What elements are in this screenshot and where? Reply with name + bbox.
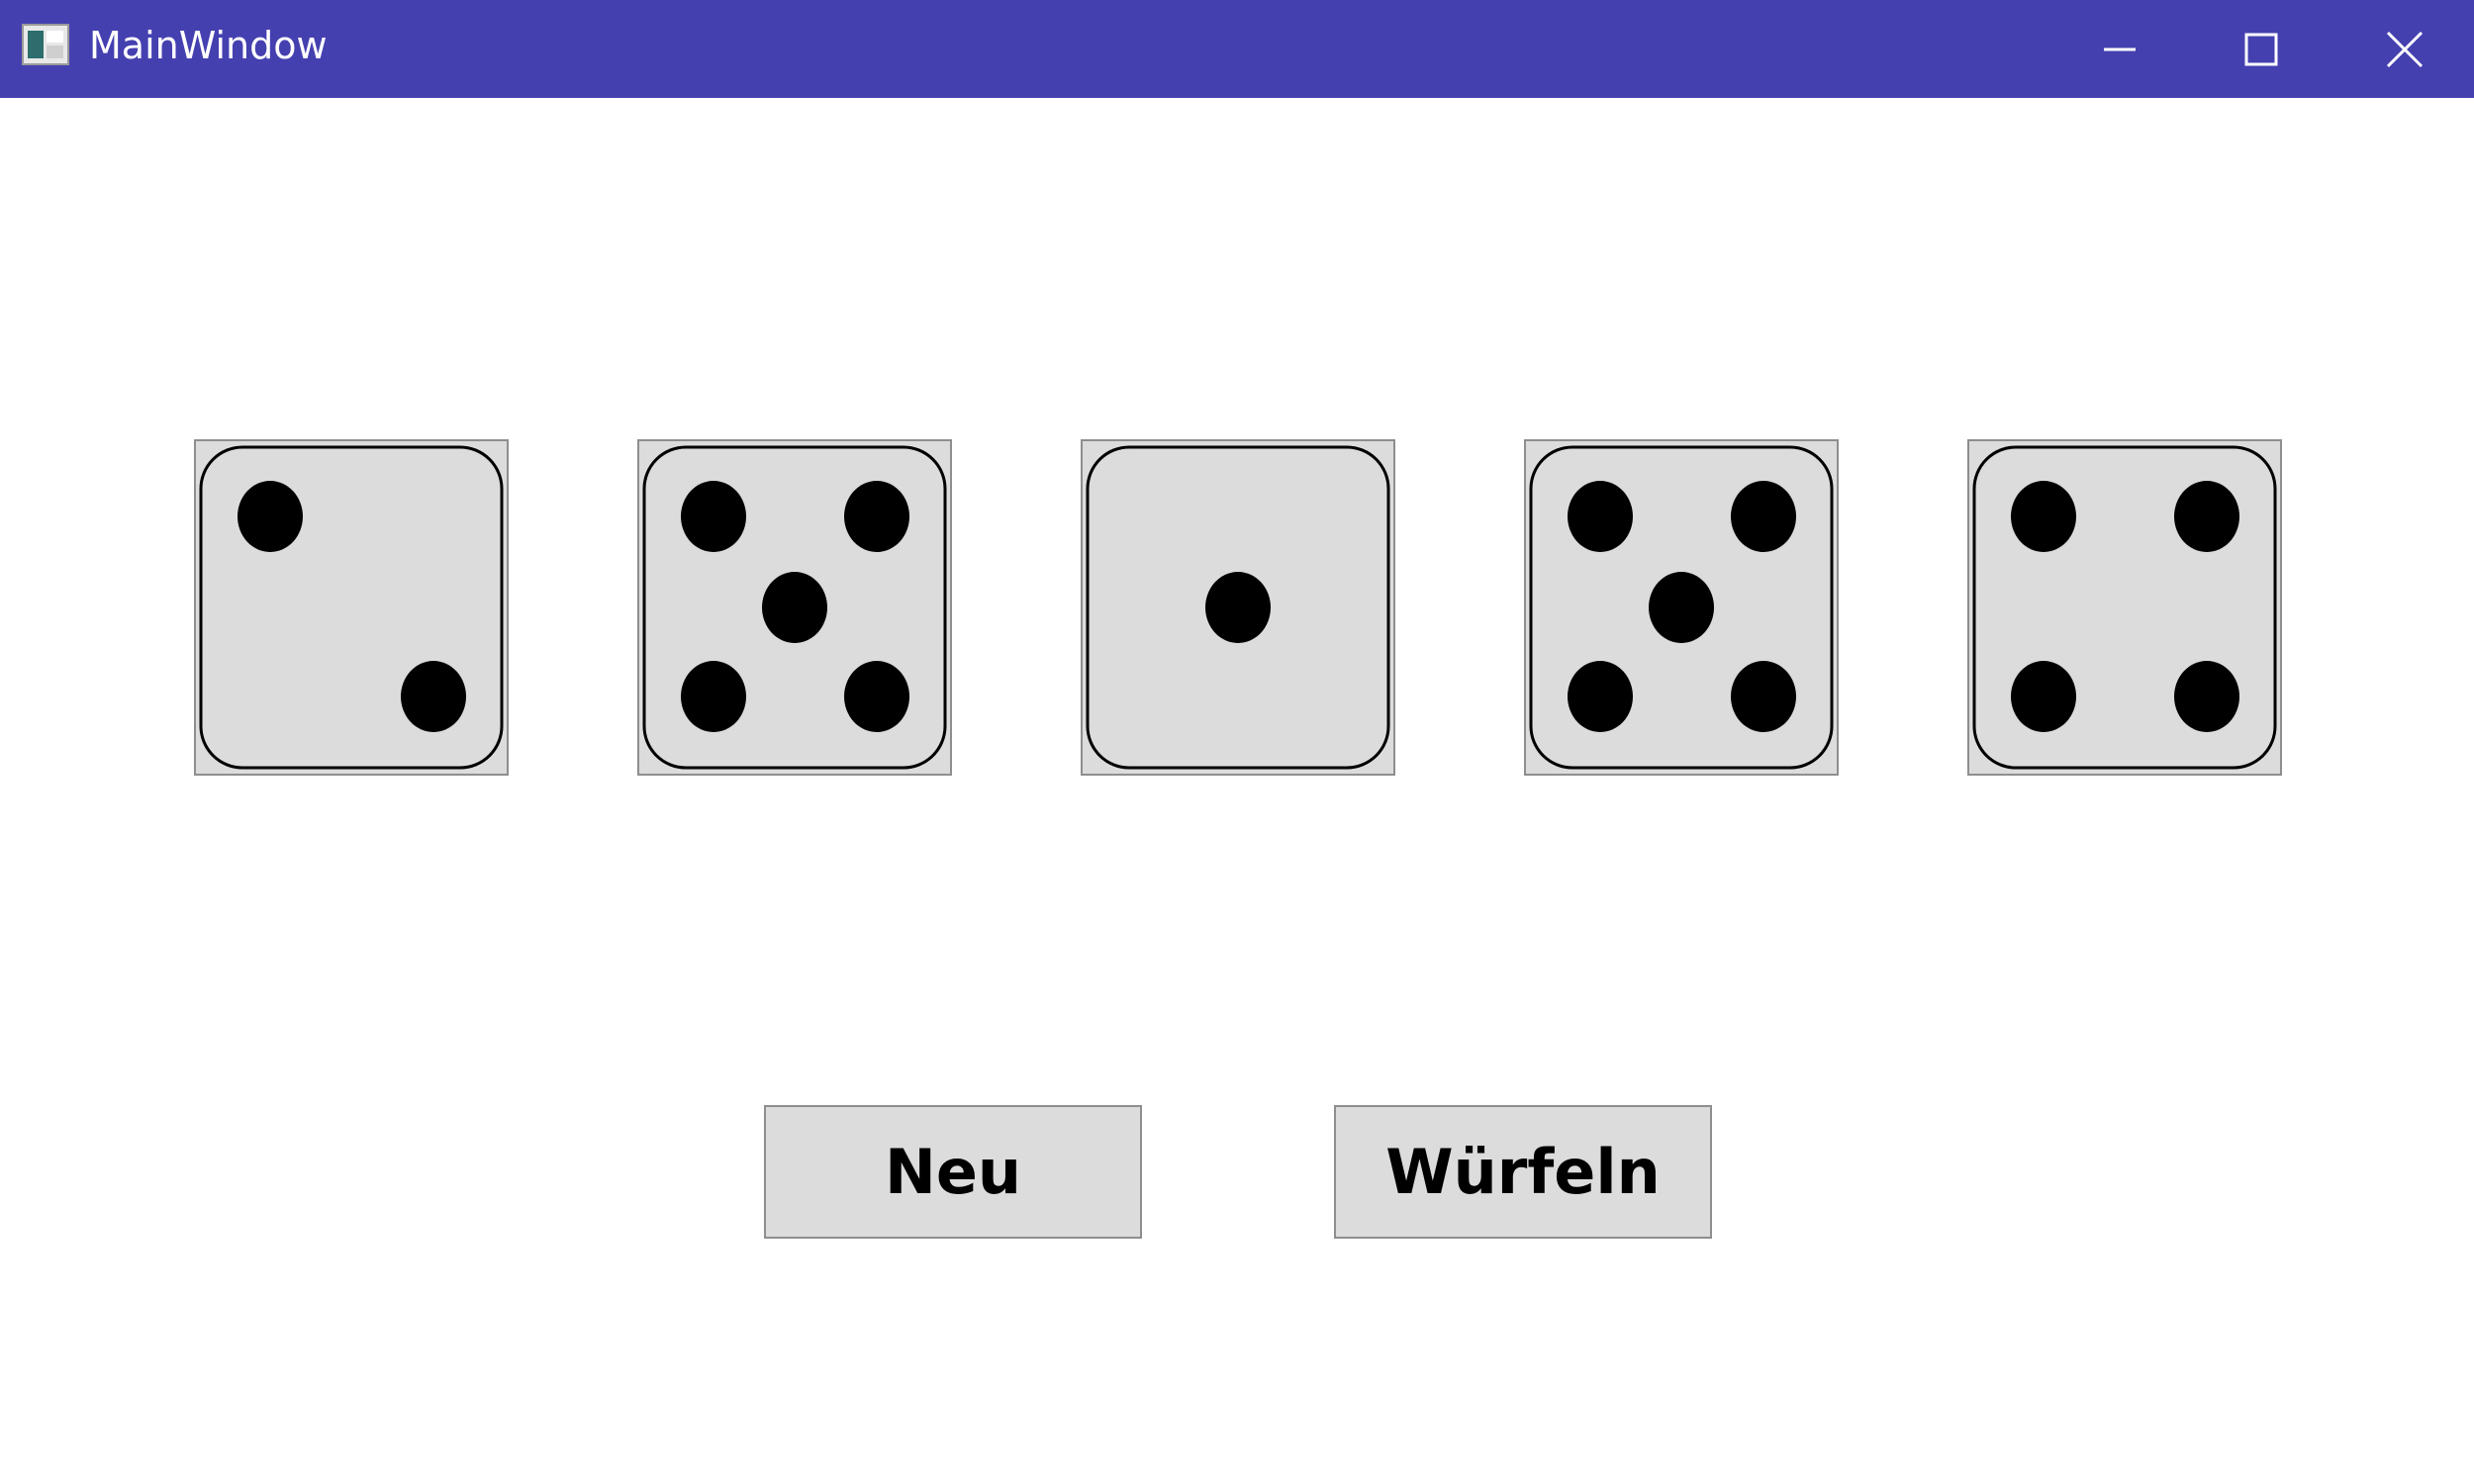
die-pip <box>762 572 827 643</box>
die-pip <box>1731 481 1796 552</box>
roll-button[interactable]: Würfeln <box>1334 1105 1712 1239</box>
die-pip <box>2011 661 2076 732</box>
die-pip <box>2174 661 2239 732</box>
die-pip <box>681 481 746 552</box>
close-button[interactable] <box>2335 0 2474 98</box>
die-3 <box>1081 439 1395 776</box>
die-5 <box>1967 439 2282 776</box>
die-pip <box>844 481 909 552</box>
maximize-icon <box>2244 33 2278 65</box>
die-pip <box>238 481 303 552</box>
die-pip <box>1568 481 1633 552</box>
die-1 <box>194 439 509 776</box>
die-face <box>1972 445 2277 770</box>
maximize-button[interactable] <box>2192 0 2331 98</box>
die-4 <box>1524 439 1839 776</box>
die-face <box>642 445 947 770</box>
app-icon <box>22 24 69 65</box>
window-title: MainWindow <box>89 24 328 67</box>
main-window: MainWindow Neu Würfeln <box>0 0 2474 1484</box>
close-icon <box>2386 31 2424 67</box>
die-face <box>1086 445 1390 770</box>
die-pip <box>1731 661 1796 732</box>
die-pip <box>1649 572 1714 643</box>
die-face <box>199 445 504 770</box>
title-bar[interactable]: MainWindow <box>0 0 2474 98</box>
die-2 <box>637 439 952 776</box>
die-pip <box>844 661 909 732</box>
new-button[interactable]: Neu <box>764 1105 1142 1239</box>
die-pip <box>2011 481 2076 552</box>
die-pip <box>1568 661 1633 732</box>
die-pip <box>1205 572 1271 643</box>
die-pip <box>401 661 466 732</box>
die-pip <box>2174 481 2239 552</box>
die-face <box>1529 445 1834 770</box>
minimize-button[interactable] <box>2050 0 2189 98</box>
die-pip <box>681 661 746 732</box>
minimize-icon <box>2104 47 2136 50</box>
